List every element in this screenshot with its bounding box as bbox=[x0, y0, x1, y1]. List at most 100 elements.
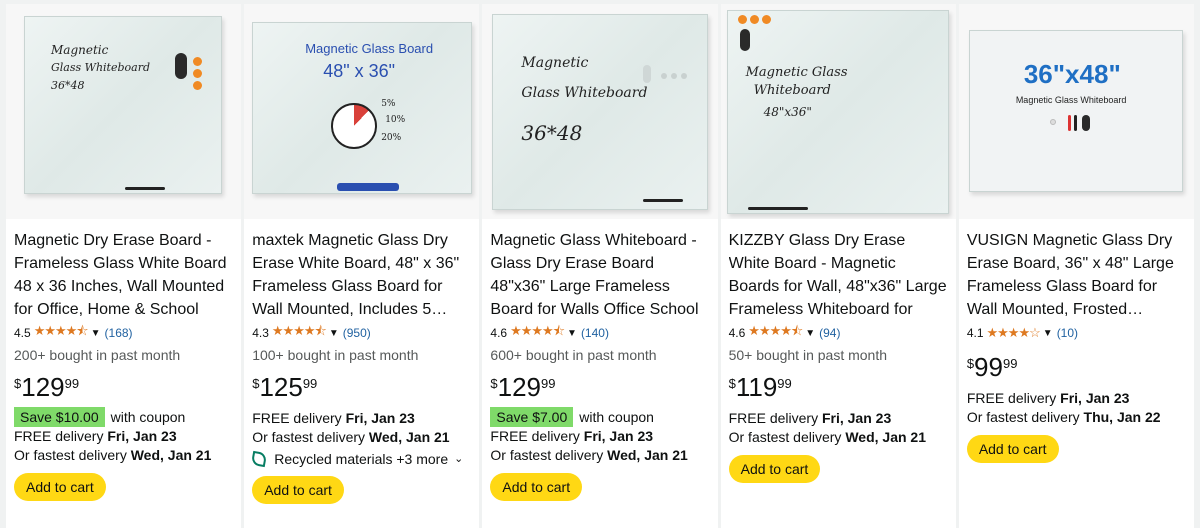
review-count-link[interactable]: (168) bbox=[105, 326, 133, 340]
add-to-cart-button[interactable]: Add to cart bbox=[966, 435, 1059, 463]
marker-icon bbox=[125, 187, 165, 190]
product-card[interactable]: Magnetic Glass Whiteboard 36*48 Magnetic… bbox=[482, 4, 718, 528]
chevron-down-icon[interactable]: ▼ bbox=[91, 328, 101, 339]
image-text: 10% bbox=[385, 115, 406, 125]
product-card[interactable]: 36"x48" Magnetic Glass Whiteboard VUSIGN… bbox=[958, 4, 1195, 528]
review-count-link[interactable]: (94) bbox=[819, 326, 840, 340]
bought-count: 50+ bought in past month bbox=[728, 347, 888, 363]
rating-value: 4.6 bbox=[728, 326, 746, 340]
rating-row: 4.6 ★★★★⯪ ▼ (140) bbox=[490, 322, 709, 344]
chevron-down-icon[interactable]: ⌄ bbox=[454, 452, 463, 465]
product-image[interactable]: Magnetic Glass Whiteboard 36*48 bbox=[482, 4, 718, 219]
price[interactable]: $ 99 99 bbox=[967, 353, 1186, 381]
price-whole: 125 bbox=[259, 372, 303, 402]
price[interactable]: $ 129 99 bbox=[14, 373, 233, 401]
delivery-label: FREE delivery bbox=[966, 390, 1057, 406]
image-text: Whiteboard bbox=[753, 83, 831, 98]
magnet-icon bbox=[749, 15, 759, 24]
pie-drawing-icon bbox=[331, 103, 378, 149]
delivery-date: Fri, Jan 23 bbox=[1060, 390, 1130, 406]
price[interactable]: $ 129 99 bbox=[490, 373, 709, 401]
product-image[interactable]: 36"x48" Magnetic Glass Whiteboard bbox=[958, 4, 1195, 219]
price-fraction: 99 bbox=[541, 376, 556, 391]
rating-row: 4.5 ★★★★⯪ ▼ (168) bbox=[14, 322, 233, 344]
rating-row: 4.3 ★★★★⯪ ▼ (950) bbox=[252, 322, 471, 344]
chevron-down-icon[interactable]: ▼ bbox=[567, 328, 577, 339]
rating-value: 4.5 bbox=[14, 326, 31, 340]
product-title[interactable]: KIZZBY Glass Dry Erase White Board - Mag… bbox=[729, 229, 948, 321]
marker-icon bbox=[643, 199, 684, 202]
fastest-date: Wed, Jan 21 bbox=[130, 447, 212, 463]
whiteboard-image: Magnetic Glass Whiteboard 36*48 bbox=[24, 16, 222, 194]
image-text: 5% bbox=[381, 99, 396, 109]
price[interactable]: $ 119 99 bbox=[729, 373, 948, 401]
fastest-date: Thu, Jan 22 bbox=[1083, 409, 1161, 425]
magnet-icon bbox=[761, 15, 771, 24]
review-count-link[interactable]: (10) bbox=[1057, 326, 1078, 340]
whiteboard-image: 36"x48" Magnetic Glass Whiteboard bbox=[968, 30, 1183, 192]
chevron-down-icon[interactable]: ▼ bbox=[805, 328, 815, 339]
sustainability-badge[interactable]: Recycled materials +3 more ⌄ bbox=[251, 449, 471, 468]
product-title[interactable]: Magnetic Dry Erase Board - Frameless Gla… bbox=[14, 229, 233, 321]
rating-row: 4.1 ★★★★☆ ▼ (10) bbox=[967, 325, 1186, 341]
image-text: Magnetic Glass bbox=[745, 65, 848, 80]
star-rating-icon[interactable]: ★★★★⯪ bbox=[510, 322, 565, 344]
fastest-delivery-info: Or fastest delivery Wed, Jan 21 bbox=[729, 428, 948, 447]
add-to-cart-button[interactable]: Add to cart bbox=[252, 476, 344, 504]
fastest-label: Or fastest delivery bbox=[728, 429, 842, 445]
delivery-info: FREE delivery Fri, Jan 23 bbox=[490, 427, 709, 446]
star-rating-icon[interactable]: ★★★★⯪ bbox=[34, 322, 89, 344]
image-text: Glass Whiteboard bbox=[521, 85, 648, 101]
recycled-text: Recycled materials +3 more bbox=[274, 450, 449, 467]
chevron-down-icon[interactable]: ▼ bbox=[1043, 328, 1053, 339]
price-whole: 129 bbox=[497, 372, 542, 402]
product-image[interactable]: Magnetic Glass Board 48" x 36" 5% 10% 20… bbox=[244, 4, 480, 219]
review-count-link[interactable]: (950) bbox=[343, 326, 371, 340]
price-fraction: 99 bbox=[64, 376, 80, 391]
fastest-label: Or fastest delivery bbox=[14, 447, 127, 463]
delivery-info: FREE delivery Fri, Jan 23 bbox=[729, 409, 948, 428]
marker-set-icon bbox=[337, 183, 400, 191]
leaf-icon bbox=[251, 450, 268, 467]
product-card[interactable]: Magnetic Glass Whiteboard 36*48 Magnetic… bbox=[6, 4, 242, 528]
star-rating-icon[interactable]: ★★★★☆ bbox=[987, 325, 1041, 341]
product-image[interactable]: Magnetic Glass Whiteboard 48"x36" bbox=[720, 4, 956, 219]
star-rating-icon[interactable]: ★★★★⯪ bbox=[272, 322, 327, 344]
price-fraction: 99 bbox=[1002, 356, 1018, 371]
bought-count: 600+ bought in past month bbox=[490, 347, 657, 363]
coupon-row: Save $10.00 with coupon bbox=[14, 407, 233, 427]
magnet-icon bbox=[737, 15, 747, 24]
image-text: Magnetic bbox=[51, 43, 109, 57]
fastest-label: Or fastest delivery bbox=[252, 429, 366, 445]
price-whole: 99 bbox=[974, 352, 1003, 382]
magnet-icon bbox=[1049, 119, 1056, 125]
coupon-text: with coupon bbox=[110, 409, 186, 425]
add-to-cart-button[interactable]: Add to cart bbox=[490, 473, 583, 501]
product-title[interactable]: maxtek Magnetic Glass Dry Erase White Bo… bbox=[252, 229, 471, 321]
image-text: 48"x36" bbox=[763, 105, 812, 119]
product-card[interactable]: Magnetic Glass Whiteboard 48"x36" KIZZBY… bbox=[720, 4, 956, 528]
fastest-date: Wed, Jan 21 bbox=[368, 429, 450, 445]
product-title[interactable]: Magnetic Glass Whiteboard - Glass Dry Er… bbox=[490, 229, 709, 321]
review-count-link[interactable]: (140) bbox=[581, 326, 609, 340]
image-text: Magnetic Glass Whiteboard bbox=[1015, 95, 1127, 105]
add-to-cart-button[interactable]: Add to cart bbox=[728, 455, 821, 483]
image-text: 36*48 bbox=[521, 121, 583, 145]
product-grid: Magnetic Glass Whiteboard 36*48 Magnetic… bbox=[0, 0, 1200, 528]
product-title[interactable]: VUSIGN Magnetic Glass Dry Erase Board, 3… bbox=[967, 229, 1186, 321]
product-image[interactable]: Magnetic Glass Whiteboard 36*48 bbox=[6, 4, 242, 219]
price-symbol: $ bbox=[728, 376, 736, 391]
coupon-badge: Save $10.00 bbox=[14, 407, 105, 427]
add-to-cart-button[interactable]: Add to cart bbox=[14, 473, 106, 501]
fastest-date: Wed, Jan 21 bbox=[607, 447, 688, 463]
eraser-icon bbox=[643, 65, 652, 83]
image-text: Magnetic Glass Board bbox=[305, 41, 434, 56]
star-rating-icon[interactable]: ★★★★⯪ bbox=[748, 322, 803, 344]
product-card[interactable]: Magnetic Glass Board 48" x 36" 5% 10% 20… bbox=[244, 4, 480, 528]
price[interactable]: $ 125 99 bbox=[252, 373, 471, 401]
fastest-delivery-info: Or fastest delivery Wed, Jan 21 bbox=[252, 428, 471, 447]
fastest-delivery-info: Or fastest delivery Wed, Jan 21 bbox=[490, 446, 709, 465]
chevron-down-icon[interactable]: ▼ bbox=[329, 328, 339, 339]
price-whole: 129 bbox=[21, 372, 65, 402]
marker-icon bbox=[747, 207, 808, 210]
